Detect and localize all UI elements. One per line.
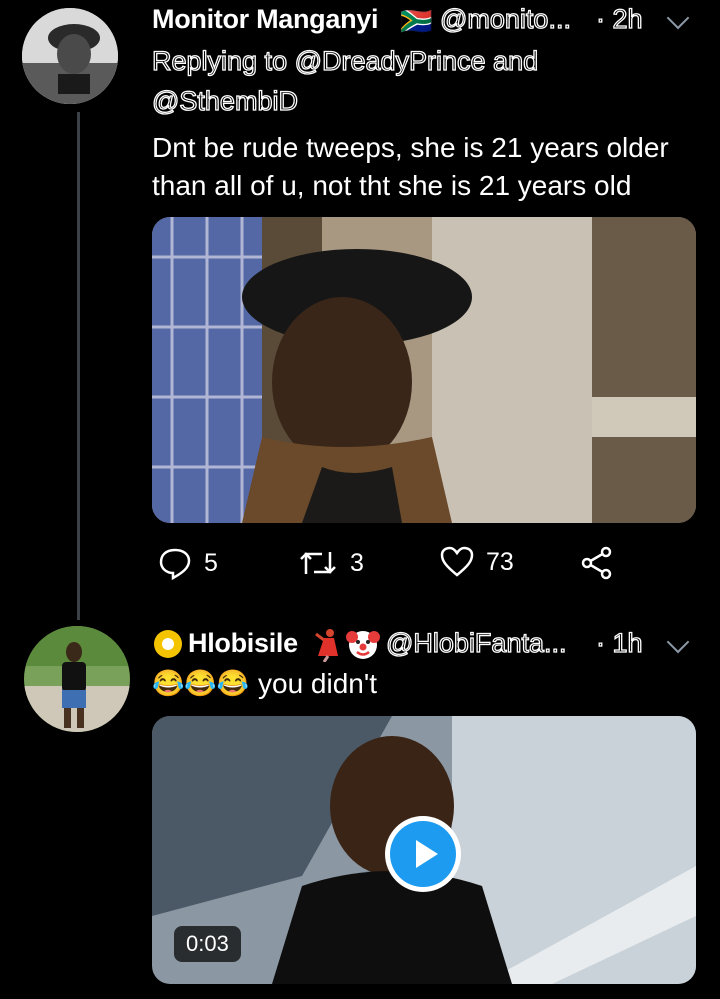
play-icon <box>390 821 456 887</box>
avatar[interactable] <box>22 8 118 104</box>
reply-button[interactable]: 5 <box>158 546 218 580</box>
tweet-timestamp[interactable]: · 1h <box>595 627 643 659</box>
reply-count: 5 <box>204 548 218 577</box>
laughing-emojis: 😂😂😂 <box>152 668 250 698</box>
like-count: 73 <box>486 547 514 576</box>
like-icon <box>440 546 474 577</box>
clown-face-icon <box>346 628 380 667</box>
user-handle[interactable]: @monito... <box>439 3 571 35</box>
like-button[interactable]: 73 <box>440 546 514 578</box>
yellow-circle-icon <box>152 628 184 665</box>
user-handle[interactable]: @HlobiFanta... <box>385 627 567 659</box>
avatar[interactable] <box>24 626 130 732</box>
share-button[interactable] <box>580 546 614 585</box>
retweet-icon <box>300 552 336 574</box>
tweet-text-line2: than all of u, not tht she is 21 years o… <box>152 170 632 201</box>
reply-icon <box>159 548 191 580</box>
display-name[interactable]: Hlobisile <box>188 628 298 659</box>
retweet-button[interactable]: 3 <box>298 546 364 580</box>
dancer-icon <box>312 628 342 667</box>
play-button[interactable] <box>385 816 461 892</box>
chevron-down-icon[interactable] <box>666 630 690 654</box>
replying-to-user[interactable]: @SthembiD <box>151 85 298 117</box>
replying-to-line[interactable]: Replying to @DreadyPrince and <box>151 45 538 77</box>
chevron-down-icon[interactable] <box>666 6 690 30</box>
tweet-timestamp[interactable]: · 2h <box>595 3 643 35</box>
tweet-text: you didn't <box>258 668 377 699</box>
tweet-text-line1: Dnt be rude tweeps, she is 21 years olde… <box>152 132 669 163</box>
video-duration-badge: 0:03 <box>174 926 241 962</box>
tweet-image[interactable] <box>152 217 696 523</box>
share-icon <box>581 546 612 580</box>
flag-emoji: 🇿🇦 <box>400 6 433 36</box>
display-name[interactable]: Monitor Manganyi <box>152 4 379 35</box>
tweet-video[interactable]: 0:03 <box>152 716 696 984</box>
thread-connector-line <box>77 112 80 620</box>
retweet-count: 3 <box>350 548 364 577</box>
